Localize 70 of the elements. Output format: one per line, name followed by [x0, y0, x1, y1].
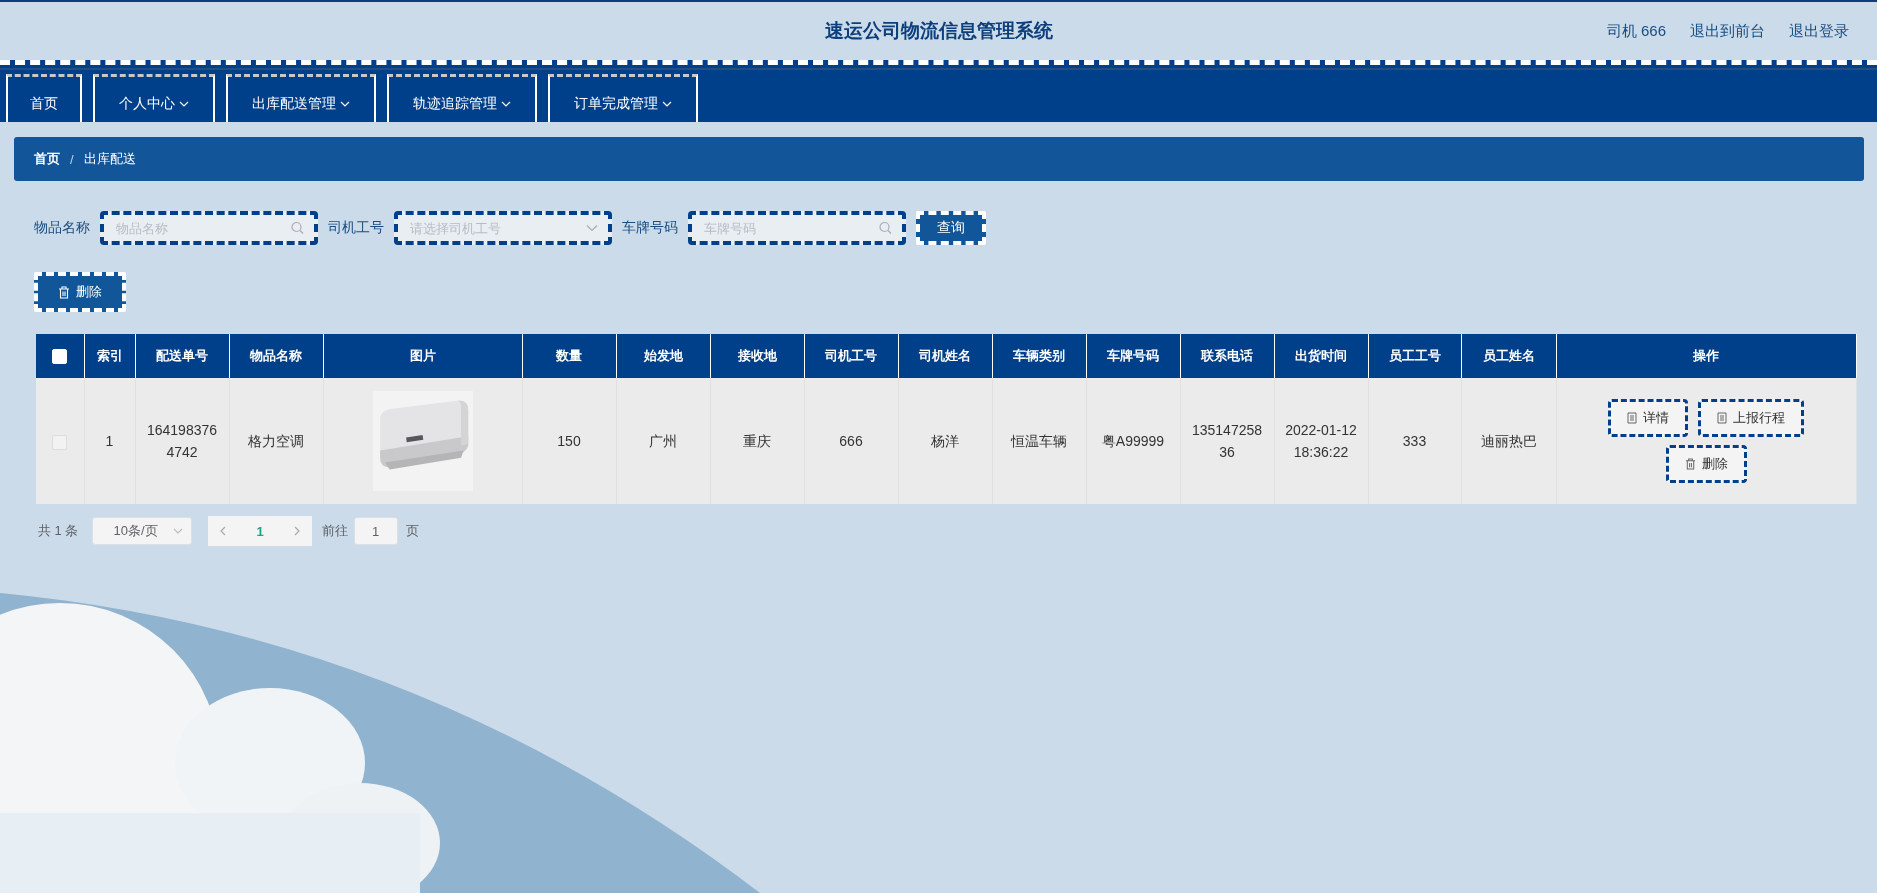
column-header: 员工工号: [1368, 334, 1461, 378]
search-icon: [291, 221, 304, 235]
select-all-checkbox[interactable]: [52, 349, 68, 365]
chevron-down-icon: [501, 100, 511, 107]
table-cell: 333: [1368, 378, 1461, 504]
table-cell: 666: [804, 378, 898, 504]
column-header: 车辆类别: [992, 334, 1086, 378]
table-cell: 杨洋: [898, 378, 992, 504]
nav-tab[interactable]: 轨迹追踪管理: [387, 74, 537, 122]
chevron-down-icon: [340, 100, 350, 107]
trash-icon: [1684, 458, 1696, 470]
table-cell: 广州: [616, 378, 710, 504]
table-cell: 迪丽热巴: [1461, 378, 1556, 504]
header-link[interactable]: 退出登录: [1789, 21, 1849, 41]
query-button[interactable]: 查询: [916, 211, 986, 245]
chevron-down-icon: [662, 100, 672, 107]
nav-tab[interactable]: 个人中心: [93, 74, 215, 122]
document-icon: [1717, 412, 1728, 424]
column-header: 联系电话: [1180, 334, 1274, 378]
table-cell: 2022-01-12 18:36:22: [1274, 378, 1368, 504]
table-cell: 13514725836: [1180, 378, 1274, 504]
page-size-select[interactable]: 10条/页: [92, 517, 193, 545]
filter-label: 物品名称: [34, 219, 90, 237]
document-icon: [1627, 412, 1638, 424]
search-icon: [879, 221, 892, 235]
table-cell: 1641983764742: [135, 378, 229, 504]
chevron-down-icon: [173, 528, 184, 534]
table-cell: 粤A99999: [1086, 378, 1180, 504]
breadcrumb-item: 出库配送: [83, 150, 136, 168]
chevron-down-icon: [179, 100, 189, 107]
column-header: 物品名称: [229, 334, 323, 378]
system-title: 速运公司物流信息管理系统: [824, 19, 1053, 43]
column-header: 数量: [522, 334, 616, 378]
goto-label: 前往: [321, 522, 348, 540]
column-header: 员工姓名: [1461, 334, 1556, 378]
breadcrumb-item[interactable]: 首页: [34, 150, 60, 168]
trash-icon: [58, 285, 70, 299]
header-link[interactable]: 司机 666: [1606, 21, 1666, 41]
total-count: 共 1 条: [38, 522, 79, 540]
table-cell: 1: [84, 378, 135, 504]
action-button[interactable]: 删除: [1665, 445, 1747, 483]
chevron-left-icon[interactable]: [220, 526, 227, 536]
delete-button[interactable]: 删除: [34, 272, 126, 312]
column-header: 始发地: [616, 334, 710, 378]
chevron-right-icon[interactable]: [293, 526, 300, 536]
column-header: 图片: [323, 334, 522, 378]
action-button[interactable]: 上报行程: [1698, 399, 1805, 437]
column-header: 操作: [1556, 334, 1857, 378]
filter-label: 车牌号码: [622, 219, 678, 237]
chevron-down-icon: [586, 224, 598, 232]
table-cell: 150: [522, 378, 616, 504]
column-header: 接收地: [710, 334, 804, 378]
table-cell: 重庆: [710, 378, 804, 504]
nav-tab[interactable]: 出库配送管理: [226, 74, 376, 122]
nav-tab[interactable]: 首页: [6, 74, 82, 122]
header-link[interactable]: 退出到前台: [1690, 21, 1765, 41]
table-cell: 恒温车辆: [992, 378, 1086, 504]
column-header: 出货时间: [1274, 334, 1368, 378]
breadcrumb-separator: /: [70, 151, 74, 167]
column-header: 配送单号: [135, 334, 229, 378]
table-cell: 格力空调: [229, 378, 323, 504]
column-header: 车牌号码: [1086, 334, 1180, 378]
nav-tab[interactable]: 订单完成管理: [548, 74, 698, 122]
column-header: 司机姓名: [898, 334, 992, 378]
page-input[interactable]: 1: [353, 517, 398, 545]
column-header: 索引: [84, 334, 135, 378]
filter-label: 司机工号: [328, 219, 384, 237]
page-suffix: 页: [405, 522, 419, 540]
action-button[interactable]: 详情: [1608, 399, 1689, 437]
column-header: 司机工号: [804, 334, 898, 378]
